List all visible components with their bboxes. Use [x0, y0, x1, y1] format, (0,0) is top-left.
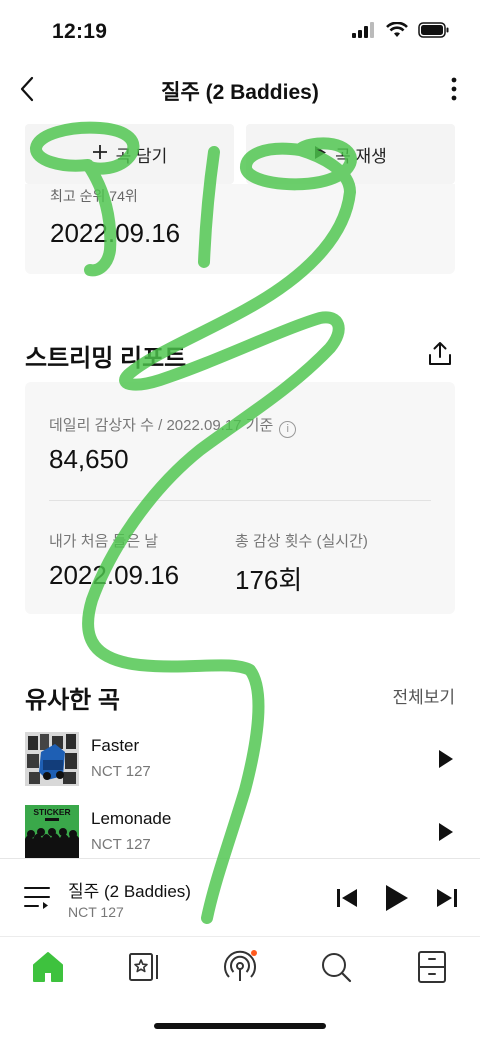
mini-player-title: 질주 (2 Baddies) — [68, 882, 191, 901]
total-plays-label: 총 감상 횟수 (실시간) — [235, 533, 368, 550]
library-icon[interactable] — [124, 947, 164, 987]
album-art — [25, 732, 79, 786]
song-title: Lemonade — [91, 809, 172, 828]
plus-icon — [92, 144, 108, 165]
mini-player-controls — [336, 883, 458, 913]
home-indicator — [154, 1023, 326, 1029]
play-song-button[interactable]: 곡 재생 — [246, 124, 455, 184]
next-track-icon[interactable] — [436, 887, 458, 909]
album-art: STICKER — [25, 805, 79, 859]
daily-listeners-value: 84,650 — [49, 444, 129, 474]
divider — [49, 500, 431, 501]
search-icon[interactable] — [316, 947, 356, 987]
previous-track-icon[interactable] — [336, 887, 358, 909]
play-icon[interactable] — [437, 748, 455, 770]
song-title: Faster — [91, 736, 140, 755]
wifi-icon — [386, 22, 408, 37]
add-song-label: 곡 담기 — [115, 146, 168, 166]
album-art-text: STICKER — [33, 807, 70, 817]
similar-songs-title: 유사한 곡 — [25, 687, 120, 714]
first-listen-label: 내가 처음 들은 날 — [49, 533, 159, 550]
podcast-icon[interactable] — [220, 947, 260, 987]
battery-icon — [418, 22, 449, 38]
status-time: 12:19 — [52, 20, 108, 43]
streaming-report-card: 데일리 감상자 수 / 2022.09.17 기준 i 84,650 내가 처음 … — [25, 382, 455, 614]
daily-listeners-label: 데일리 감상자 수 / 2022.09.17 기준 — [49, 417, 274, 434]
status-icons — [352, 22, 450, 38]
more-options-icon[interactable] — [446, 74, 462, 104]
daily-listeners-label-row: 데일리 감상자 수 / 2022.09.17 기준 i — [49, 414, 297, 438]
total-plays-value: 176회 — [235, 565, 303, 595]
home-icon[interactable] — [28, 947, 68, 987]
chart-peak-label: 최고 순위 74위 — [50, 188, 138, 204]
nav-bar: 질주 (2 Baddies) — [0, 62, 480, 118]
tab-bar — [0, 936, 480, 1006]
add-song-button[interactable]: 곡 담기 — [25, 124, 234, 184]
play-icon[interactable] — [437, 821, 455, 843]
share-icon[interactable] — [426, 340, 454, 368]
page-title: 질주 (2 Baddies) — [161, 81, 319, 104]
action-row: 곡 담기 곡 재생 — [25, 124, 455, 184]
play-icon[interactable] — [384, 883, 410, 913]
play-icon — [314, 144, 327, 165]
list-item[interactable]: Faster NCT 127 — [25, 732, 455, 786]
status-bar: 12:19 — [0, 0, 480, 62]
info-icon[interactable]: i — [279, 421, 297, 438]
drawer-icon[interactable] — [412, 947, 452, 987]
song-artist: NCT 127 — [91, 836, 151, 853]
song-artist: NCT 127 — [91, 763, 151, 780]
cellular-signal-icon — [352, 22, 374, 38]
first-listen-value: 2022.09.16 — [49, 560, 180, 590]
chart-peak-card: 최고 순위 74위 2022.09.16 — [25, 184, 455, 274]
mini-player-artist: NCT 127 — [68, 904, 124, 920]
see-all-link[interactable]: 전체보기 — [392, 683, 455, 708]
list-item[interactable]: STICKER Lemonade NCT 127 — [25, 805, 455, 859]
streaming-report-title: 스트리밍 리포트 — [25, 345, 187, 372]
mini-player[interactable]: 질주 (2 Baddies) NCT 127 — [0, 858, 480, 936]
chart-peak-date: 2022.09.16 — [50, 218, 181, 248]
playlist-icon[interactable] — [24, 885, 50, 909]
play-song-label: 곡 재생 — [335, 146, 387, 166]
